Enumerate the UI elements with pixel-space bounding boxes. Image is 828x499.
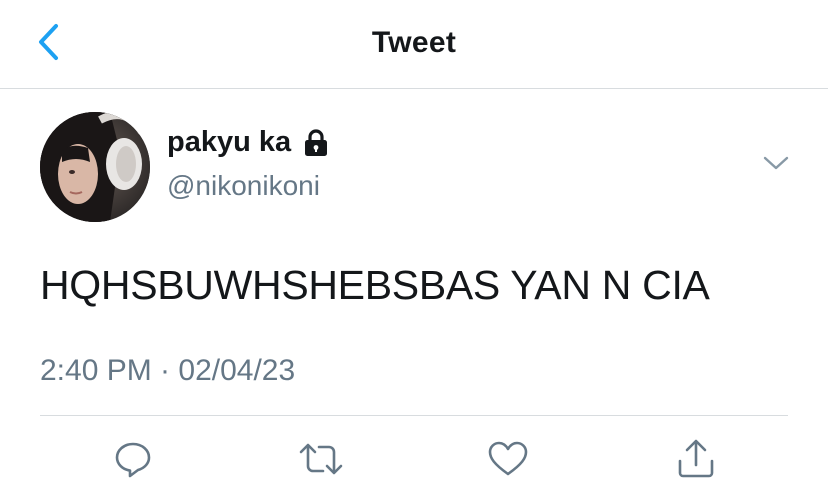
share-icon (677, 439, 715, 479)
retweet-button[interactable] (299, 438, 343, 480)
page-title: Tweet (371, 26, 457, 59)
tweet-detail-screen: Tweet pakyu ka @nikonikoni HQHSBUWHSHEBS… (0, 0, 828, 499)
user-handle[interactable]: @nikonikoni (167, 170, 320, 202)
display-name[interactable]: pakyu ka (167, 126, 329, 159)
like-button[interactable] (487, 438, 529, 480)
divider (40, 415, 788, 416)
reply-button[interactable] (112, 438, 154, 480)
more-options-button[interactable] (756, 150, 796, 180)
reply-icon (114, 440, 152, 478)
heart-icon (488, 441, 528, 477)
avatar[interactable] (40, 112, 150, 222)
lock-icon (303, 128, 329, 157)
share-button[interactable] (675, 438, 717, 480)
tweet-text: HQHSBUWHSHEBSBAS YAN N CIA (40, 262, 710, 308)
retweet-icon (299, 440, 343, 478)
display-name-text: pakyu ka (167, 126, 292, 158)
tweet-timestamp[interactable]: 2:40 PM · 02/04/23 (40, 354, 295, 388)
chevron-down-icon (762, 154, 790, 177)
nav-header: Tweet (0, 0, 828, 89)
